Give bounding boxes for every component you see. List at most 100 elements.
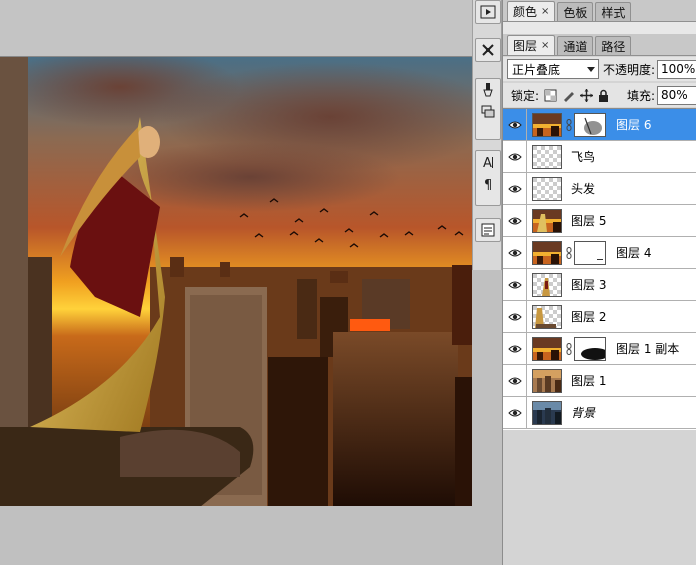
layer-row[interactable]: 图层 2 (503, 300, 696, 333)
layer-name[interactable]: 图层 5 (571, 212, 606, 229)
layer-row[interactable]: 图层 4 (503, 236, 696, 269)
document-canvas[interactable] (0, 56, 500, 506)
tab-label: 通道 (563, 39, 588, 54)
layer-thumbnail[interactable] (532, 112, 562, 137)
notes-icon[interactable] (476, 219, 500, 241)
layer-row[interactable]: 背景 (503, 396, 696, 429)
tool-group-notes (475, 218, 501, 242)
opacity-value: 100% (661, 62, 696, 76)
link-icon[interactable] (565, 118, 573, 131)
layers-panel-empty-area (503, 430, 696, 565)
layer-row[interactable]: 图层 1 (503, 364, 696, 397)
eye-icon[interactable] (503, 268, 527, 301)
tab-channels[interactable]: 通道 (557, 36, 594, 55)
layer-name[interactable]: 图层 3 (571, 276, 606, 293)
layer-thumbnail[interactable] (532, 400, 562, 425)
color-panel-body (503, 22, 696, 34)
tab-label: 图层 (513, 39, 538, 53)
layer-mask-thumbnail[interactable] (574, 112, 606, 137)
layer-row[interactable]: 图层 5 (503, 204, 696, 237)
opacity-label: 不透明度: (602, 62, 656, 77)
svg-text:A: A (483, 156, 492, 170)
eye-icon[interactable] (503, 396, 527, 429)
clone-stamp-icon[interactable] (476, 101, 500, 123)
fill-input[interactable]: 80% (657, 85, 696, 105)
layer-name[interactable]: 背景 (571, 404, 595, 421)
layer-name[interactable]: 飞鸟 (571, 148, 595, 165)
tab-styles[interactable]: 样式 (595, 2, 632, 21)
layers-list: 图层 6 飞鸟头发图层 5 图层 4 图层 3 图层 2 图层 1 副本 图层 1 背景 (503, 108, 696, 430)
brush-icon[interactable] (476, 79, 500, 101)
layer-name[interactable]: 图层 4 (616, 244, 651, 261)
tool-group-actions (475, 0, 501, 24)
lock-label: 锁定: (511, 88, 540, 103)
tool-preset-icon[interactable] (476, 39, 500, 61)
blend-mode-value: 正片叠底 (512, 62, 561, 77)
tab-label: 路径 (601, 39, 626, 54)
color-panel-tabs: 颜色 × 色板 样式 (503, 0, 696, 22)
lock-pixels-icon[interactable] (561, 88, 575, 102)
eye-icon[interactable] (503, 300, 527, 333)
paragraph-icon[interactable]: ¶ (476, 173, 500, 195)
eye-icon[interactable] (503, 236, 527, 269)
tab-paths[interactable]: 路径 (595, 36, 632, 55)
close-icon[interactable]: × (541, 6, 549, 17)
eye-icon[interactable] (503, 332, 527, 365)
fill-value: 80% (661, 88, 688, 102)
layer-mask-thumbnail[interactable] (574, 240, 606, 265)
layer-name[interactable]: 图层 2 (571, 308, 606, 325)
tool-group-brushes (475, 78, 501, 140)
layer-row[interactable]: 图层 3 (503, 268, 696, 301)
link-icon[interactable] (565, 342, 573, 355)
character-icon[interactable]: A (476, 151, 500, 173)
layer-name[interactable]: 头发 (571, 180, 595, 197)
layer-row[interactable]: 飞鸟 (503, 140, 696, 173)
document-workspace (0, 0, 500, 565)
layer-name[interactable]: 图层 6 (616, 116, 651, 133)
tab-label: 颜色 (513, 5, 538, 19)
layer-thumbnail[interactable] (532, 240, 562, 265)
link-icon[interactable] (565, 246, 573, 259)
chevron-down-icon (586, 67, 595, 72)
layer-row[interactable]: 图层 6 (503, 108, 696, 141)
lock-position-icon[interactable] (579, 88, 593, 102)
lock-fill-row: 锁定: 填充: 80% (503, 83, 696, 107)
tab-color[interactable]: 颜色 × (507, 1, 556, 21)
layer-mask-thumbnail[interactable] (574, 336, 606, 361)
lock-transparency-icon[interactable] (543, 88, 557, 102)
blend-mode-select[interactable]: 正片叠底 (507, 59, 599, 79)
layer-row[interactable]: 头发 (503, 172, 696, 205)
workspace-background (472, 270, 502, 565)
layers-panel-tabs: 图层 × 通道 路径 (503, 34, 696, 56)
close-icon[interactable]: × (541, 40, 549, 51)
tab-label: 色板 (563, 5, 588, 20)
layer-thumbnail[interactable] (532, 144, 562, 169)
play-icon[interactable] (476, 1, 500, 23)
layer-row[interactable]: 图层 1 副本 (503, 332, 696, 365)
layer-thumbnail[interactable] (532, 304, 562, 329)
layer-thumbnail[interactable] (532, 272, 562, 297)
eye-icon[interactable] (503, 140, 527, 173)
svg-text:¶: ¶ (484, 178, 492, 192)
opacity-input[interactable]: 100% (657, 59, 696, 79)
layer-thumbnail[interactable] (532, 368, 562, 393)
fill-label: 填充: (626, 88, 656, 103)
layer-thumbnail[interactable] (532, 208, 562, 233)
layer-name[interactable]: 图层 1 (571, 372, 606, 389)
eye-icon[interactable] (503, 172, 527, 205)
workspace-background (0, 0, 472, 56)
eye-icon[interactable] (503, 364, 527, 397)
artwork-image (0, 57, 500, 506)
layer-thumbnail[interactable] (532, 336, 562, 361)
lock-all-icon[interactable] (597, 88, 611, 102)
tool-group-presets (475, 38, 501, 62)
tab-swatches[interactable]: 色板 (557, 2, 594, 21)
eye-icon[interactable] (503, 204, 527, 237)
layer-thumbnail[interactable] (532, 176, 562, 201)
eye-icon[interactable] (503, 108, 527, 141)
tab-layers[interactable]: 图层 × (507, 35, 556, 55)
panels-dock: 颜色 × 色板 样式 图层 × 通道 路径 正片叠底 不透明度: 100% 锁定… (502, 0, 696, 565)
tab-label: 样式 (601, 5, 626, 20)
tool-group-type: A ¶ (475, 150, 501, 206)
layer-name[interactable]: 图层 1 副本 (616, 340, 679, 357)
